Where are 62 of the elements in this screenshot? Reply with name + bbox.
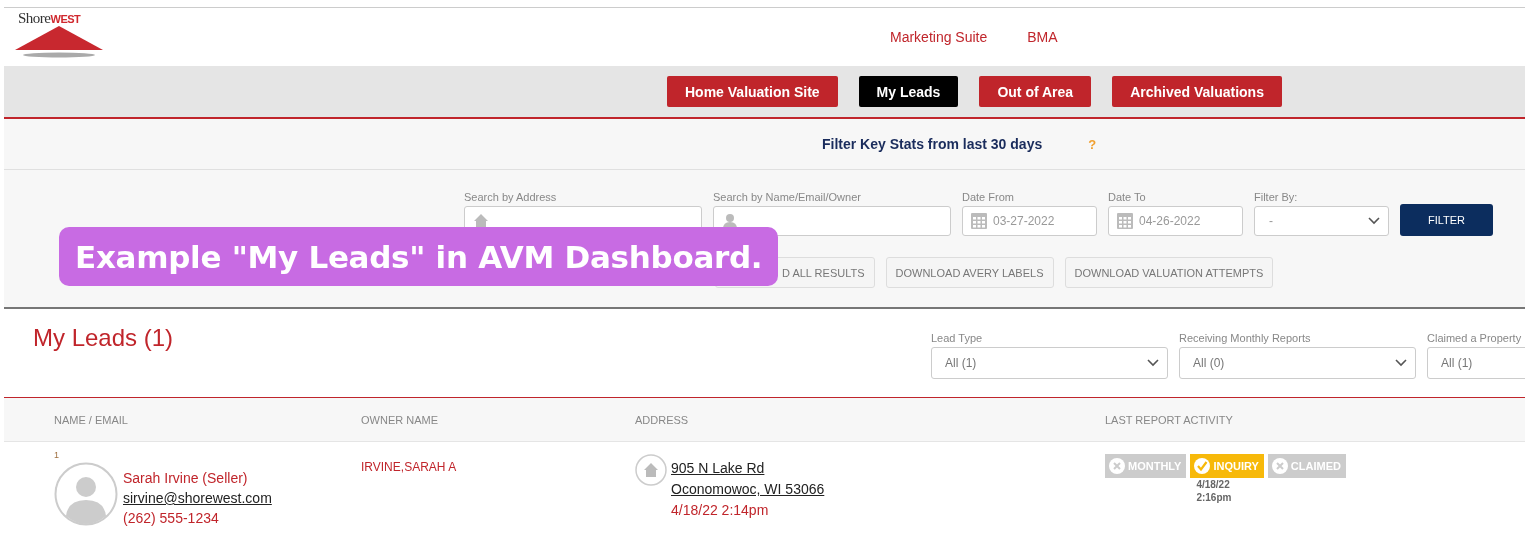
avatar-icon: [54, 462, 118, 526]
nav-link[interactable]: Marketing Suite: [890, 29, 988, 45]
field-label: Date From: [962, 191, 1015, 203]
activity-date: 4/18/22: [1196, 479, 1230, 491]
calendar-icon: [971, 213, 987, 229]
field-label: Search by Name/Email/Owner: [713, 191, 862, 203]
nav-tab[interactable]: Home Valuation Site: [667, 76, 838, 107]
chevron-down-icon: [1368, 217, 1380, 225]
date-value: 04-26-2022: [1139, 214, 1201, 228]
house-icon: [635, 454, 667, 486]
address-link[interactable]: Oconomowoc, WI 53066: [671, 481, 825, 497]
download-button[interactable]: DOWNLOAD AVERY LABELS: [885, 257, 1054, 288]
name-search-field[interactable]: [713, 206, 951, 236]
nav-tab[interactable]: Archived Valuations: [1112, 76, 1282, 107]
email-link[interactable]: sirvine@shorewest.com: [123, 490, 272, 506]
field-label: Search by Address: [464, 191, 558, 203]
calendar-icon: [1117, 213, 1133, 229]
column-header: ADDRESS: [635, 413, 690, 426]
date-field[interactable]: 03-27-2022: [962, 206, 1097, 236]
stats-heading: Filter Key Stats from last 30 days: [822, 136, 1043, 152]
logo[interactable]: ShoreWEST: [14, 11, 104, 65]
column-header: OWNER NAME: [361, 413, 439, 426]
x-icon: [1109, 458, 1125, 474]
lead-name: Sarah Irvine (Seller): [123, 470, 249, 486]
filter-label: Receiving Monthly Reports: [1179, 332, 1312, 344]
filter-button[interactable]: FILTER: [1400, 204, 1493, 236]
check-icon: [1194, 458, 1211, 474]
column-header: LAST REPORT ACTIVITY: [1105, 413, 1234, 426]
column-header: NAME / EMAIL: [54, 413, 129, 426]
activity-badge: INQUIRY: [1190, 454, 1264, 478]
date-field[interactable]: 04-26-2022: [1108, 206, 1243, 236]
select-value: All (1): [1441, 356, 1473, 370]
filter-select[interactable]: All (1): [1427, 347, 1525, 379]
nav-tab[interactable]: Out of Area: [979, 76, 1092, 107]
chevron-down-icon: [1147, 359, 1159, 367]
house-icon: [473, 213, 489, 229]
nav-link[interactable]: BMA: [1027, 29, 1058, 45]
date-value: 03-27-2022: [993, 214, 1055, 228]
download-button[interactable]: DOWNLOAD VALUATION ATTEMPTS: [1064, 257, 1274, 288]
logo-text: ShoreWEST: [18, 11, 81, 27]
chevron-down-icon: [1395, 359, 1407, 367]
roof-icon: [14, 25, 104, 59]
field-label: Filter By:: [1254, 191, 1299, 203]
owner-name: IRVINE,SARAH A: [361, 460, 458, 474]
filter-select[interactable]: All (0): [1179, 347, 1416, 379]
filter-select[interactable]: -: [1254, 206, 1389, 236]
select-value: All (1): [945, 356, 977, 370]
select-value: -: [1269, 214, 1273, 228]
x-icon: [1271, 458, 1288, 474]
filter-label: Lead Type: [931, 332, 984, 344]
select-value: All (0): [1193, 356, 1225, 370]
row-number: 1: [54, 450, 60, 460]
activity-time: 2:16pm: [1196, 492, 1232, 504]
phone-number: (262) 555-1234: [123, 510, 220, 526]
section-title: My Leads (1): [33, 324, 175, 352]
nav-tab[interactable]: My Leads: [858, 76, 959, 107]
filter-select[interactable]: All (1): [931, 347, 1168, 379]
filter-label: Claimed a Property: [1427, 332, 1523, 344]
field-label: Date To: [1108, 191, 1147, 203]
address-link[interactable]: 905 N Lake Rd: [671, 460, 825, 476]
lead-date: 4/18/22 2:14pm: [671, 502, 770, 518]
annotation-tooltip: Example "My Leads" in AVM Dashboard.: [59, 227, 778, 286]
